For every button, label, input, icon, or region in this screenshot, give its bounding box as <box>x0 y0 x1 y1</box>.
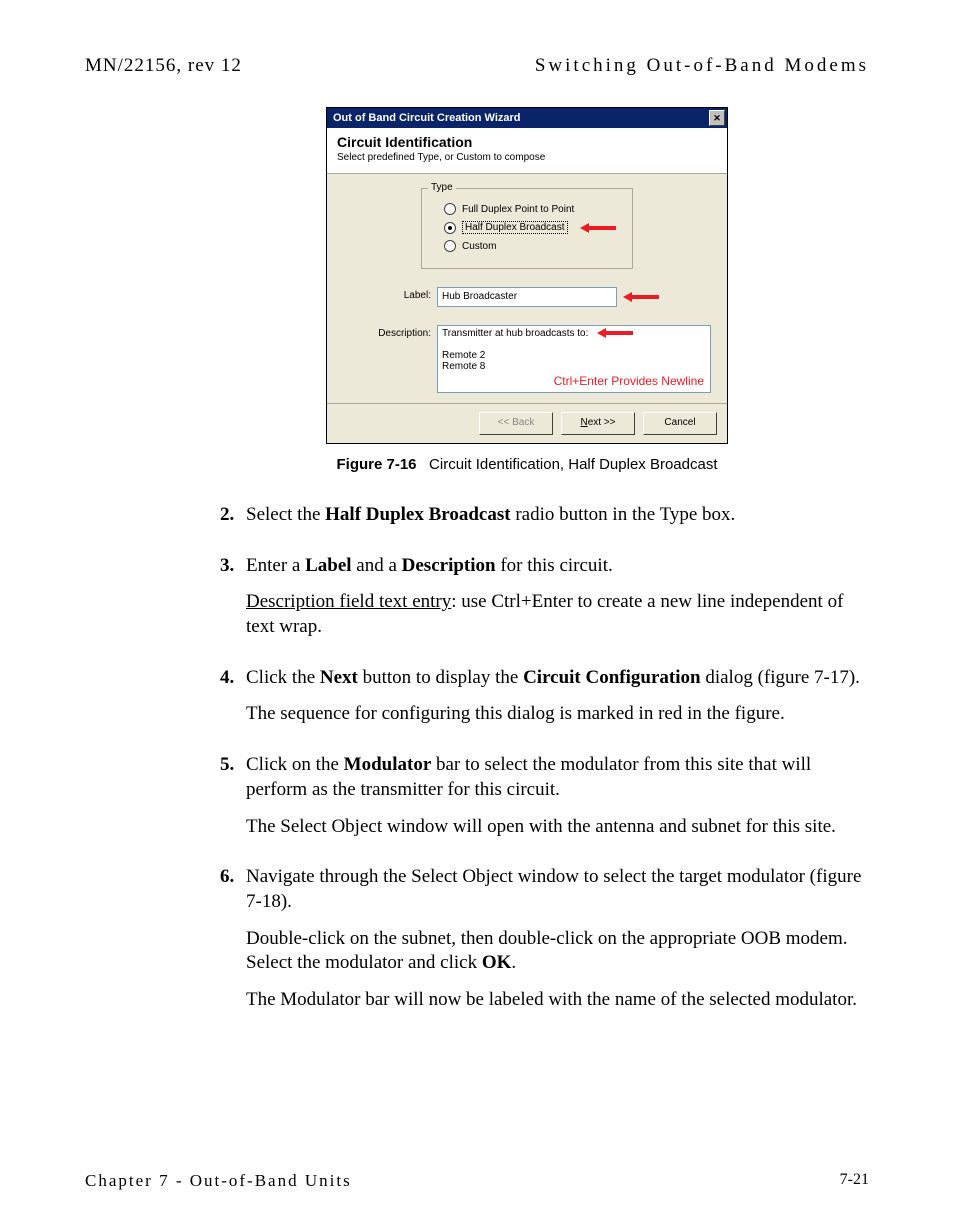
desc-line2: Remote 2 <box>442 350 485 361</box>
dialog-titlebar: Out of Band Circuit Creation Wizard ✕ <box>327 108 727 128</box>
body-content: 2. Select the Half Duplex Broadcast radi… <box>220 503 869 1025</box>
back-button[interactable]: << Back <box>479 412 553 435</box>
page-footer: Chapter 7 - Out-of-Band Units 7-21 <box>85 1171 869 1191</box>
dialog-title-text: Out of Band Circuit Creation Wizard <box>333 112 521 124</box>
newline-annotation: Ctrl+Enter Provides Newline <box>554 374 704 388</box>
type-groupbox: Type Full Duplex Point to Point Half Dup… <box>421 188 633 269</box>
radio-half-duplex-label: Half Duplex Broadcast <box>462 221 568 234</box>
step-5: 5. Click on the Modulator bar to select … <box>220 753 869 851</box>
desc-line1: Transmitter at hub broadcasts to: <box>442 328 588 339</box>
page-header: MN/22156, rev 12 Switching Out-of-Band M… <box>85 55 869 77</box>
footer-left: Chapter 7 - Out-of-Band Units <box>85 1171 352 1191</box>
step-2: 2. Select the Half Duplex Broadcast radi… <box>220 503 869 540</box>
cancel-button[interactable]: Cancel <box>643 412 717 435</box>
desc-line3: Remote 8 <box>442 361 485 372</box>
step-6: 6. Navigate through the Select Object wi… <box>220 865 869 1024</box>
header-right: Switching Out-of-Band Modems <box>535 55 869 77</box>
wizard-dialog: Out of Band Circuit Creation Wizard ✕ Ci… <box>326 107 728 444</box>
radio-custom[interactable] <box>444 240 456 252</box>
annotation-arrow-icon <box>597 328 635 338</box>
description-field-label: Description: <box>341 325 437 339</box>
annotation-arrow-icon <box>623 292 661 302</box>
dialog-heading: Circuit Identification <box>337 134 717 150</box>
header-left: MN/22156, rev 12 <box>85 55 242 77</box>
dialog-subheading: Select predefined Type, or Custom to com… <box>337 152 717 163</box>
description-textarea[interactable]: Transmitter at hub broadcasts to: Remote… <box>437 325 711 393</box>
step-3: 3. Enter a Label and a Description for t… <box>220 554 869 652</box>
type-legend: Type <box>428 182 456 193</box>
label-input[interactable]: Hub Broadcaster <box>437 287 617 307</box>
radio-full-duplex[interactable] <box>444 203 456 215</box>
figure-caption: Figure 7-16 Circuit Identification, Half… <box>185 456 869 473</box>
next-button[interactable]: Next >> <box>561 412 635 435</box>
dialog-header-panel: Circuit Identification Select predefined… <box>327 128 727 174</box>
radio-custom-label: Custom <box>462 241 496 252</box>
label-field-label: Label: <box>341 287 437 301</box>
step-4: 4. Click the Next button to display the … <box>220 666 869 739</box>
footer-right: 7-21 <box>840 1171 869 1191</box>
radio-half-duplex[interactable] <box>444 222 456 234</box>
close-icon[interactable]: ✕ <box>709 110 725 126</box>
dialog-footer: << Back Next >> Cancel <box>327 403 727 443</box>
annotation-arrow-icon <box>580 223 618 233</box>
radio-full-duplex-label: Full Duplex Point to Point <box>462 204 574 215</box>
